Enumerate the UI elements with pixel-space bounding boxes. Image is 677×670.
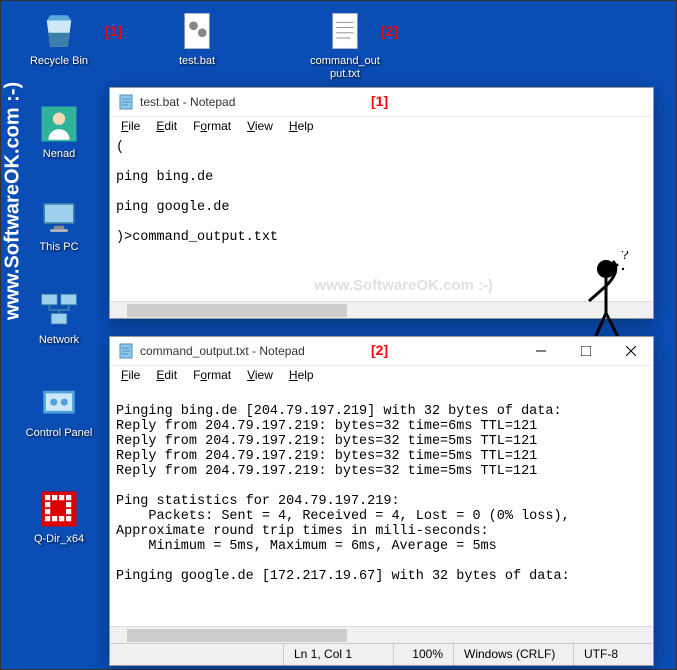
scrollbar-thumb[interactable] xyxy=(127,629,347,642)
desktop-icon-command-output[interactable]: command_output.txt xyxy=(309,10,381,81)
desktop-icon-label: Nenad xyxy=(23,148,95,161)
user-icon xyxy=(38,103,80,145)
status-position: Ln 1, Col 1 xyxy=(283,644,393,665)
status-encoding: UTF-8 xyxy=(573,644,653,665)
editor-content[interactable]: ( ping bing.de ping google.de )>command_… xyxy=(110,136,653,301)
scrollbar-horizontal[interactable] xyxy=(110,301,653,318)
batch-file-icon xyxy=(176,10,218,52)
menu-help[interactable]: Help xyxy=(282,118,321,135)
menu-format[interactable]: Format xyxy=(186,118,238,135)
menu-edit[interactable]: Edit xyxy=(149,118,184,135)
desktop-icon-recycle-bin[interactable]: Recycle Bin xyxy=(23,10,95,68)
annotation-window-1: [1] xyxy=(371,93,388,109)
scrollbar-thumb[interactable] xyxy=(127,304,347,317)
desktop-icon-user[interactable]: Nenad xyxy=(23,103,95,161)
desktop-icon-label: Control Panel xyxy=(23,427,95,440)
close-button[interactable] xyxy=(608,337,653,365)
recycle-bin-icon xyxy=(38,10,80,52)
window-title: test.bat - Notepad xyxy=(140,95,653,109)
desktop-icon-label: This PC xyxy=(23,241,95,254)
annotation-1: [1] xyxy=(105,23,122,39)
menu-view[interactable]: View xyxy=(240,367,280,384)
desktop-icon-label: Q-Dir_x64 xyxy=(23,533,95,546)
qdir-icon xyxy=(38,488,80,530)
notepad-window-2[interactable]: command_output.txt - Notepad File Edit F… xyxy=(109,336,654,666)
text-file-icon xyxy=(324,10,366,52)
notepad-icon xyxy=(118,94,134,110)
pc-icon xyxy=(38,196,80,238)
control-panel-icon xyxy=(38,382,80,424)
desktop-icon-this-pc[interactable]: This PC xyxy=(23,196,95,254)
menu-view[interactable]: View xyxy=(240,118,280,135)
maximize-button[interactable] xyxy=(563,337,608,365)
menu-file[interactable]: File xyxy=(114,367,147,384)
desktop-icon-label: Network xyxy=(23,334,95,347)
desktop-icon-control-panel[interactable]: Control Panel xyxy=(23,382,95,440)
annotation-2: [2] xyxy=(381,23,398,39)
menu-file[interactable]: File xyxy=(114,118,147,135)
desktop-icon-label: Recycle Bin xyxy=(23,55,95,68)
status-zoom: 100% xyxy=(393,644,453,665)
statusbar: Ln 1, Col 1 100% Windows (CRLF) UTF-8 xyxy=(110,643,653,665)
menu-help[interactable]: Help xyxy=(282,367,321,384)
network-icon xyxy=(38,289,80,331)
menu-format[interactable]: Format xyxy=(186,367,238,384)
menubar: File Edit Format View Help xyxy=(110,116,653,136)
status-eol: Windows (CRLF) xyxy=(453,644,573,665)
desktop-icon-network[interactable]: Network xyxy=(23,289,95,347)
desktop-icon-test-bat[interactable]: test.bat xyxy=(161,10,233,68)
menubar: File Edit Format View Help xyxy=(110,365,653,385)
minimize-button[interactable] xyxy=(518,337,563,365)
window-title: command_output.txt - Notepad xyxy=(140,344,518,358)
scrollbar-horizontal[interactable] xyxy=(110,626,653,643)
desktop-icon-qdir[interactable]: Q-Dir_x64 xyxy=(23,488,95,546)
notepad-icon xyxy=(118,343,134,359)
annotation-window-2: [2] xyxy=(371,342,388,358)
watermark-vertical: www.SoftwareOK.com :-) xyxy=(1,51,25,351)
notepad-window-1[interactable]: test.bat - Notepad File Edit Format View… xyxy=(109,87,654,319)
menu-edit[interactable]: Edit xyxy=(149,367,184,384)
desktop-icon-label: command_output.txt xyxy=(309,55,381,81)
editor-content[interactable]: Pinging bing.de [204.79.197.219] with 32… xyxy=(110,385,653,626)
desktop-icon-label: test.bat xyxy=(161,55,233,68)
